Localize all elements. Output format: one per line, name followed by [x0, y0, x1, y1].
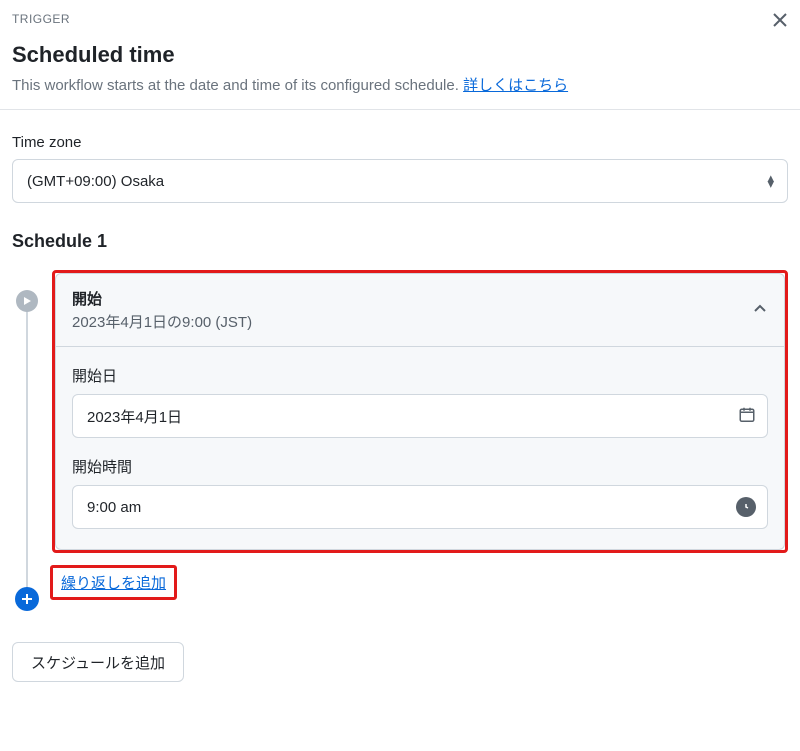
start-time-label: 開始時間	[72, 456, 768, 477]
highlight-box-schedule: 開始 2023年4月1日の9:00 (JST) 開始日	[52, 270, 788, 553]
timezone-value: (GMT+09:00) Osaka	[27, 173, 164, 190]
schedule-heading: Schedule 1	[12, 231, 788, 252]
start-time-value: 9:00 am	[87, 499, 141, 516]
divider	[0, 109, 800, 110]
start-date-input[interactable]: 2023年4月1日	[72, 394, 768, 438]
page-subtitle: This workflow starts at the date and tim…	[12, 74, 788, 95]
start-summary: 2023年4月1日の9:00 (JST)	[72, 311, 252, 332]
play-icon	[16, 290, 38, 312]
timezone-label: Time zone	[12, 134, 788, 151]
panel-eyebrow: TRIGGER	[12, 12, 70, 26]
subtitle-text: This workflow starts at the date and tim…	[12, 77, 463, 94]
schedule-card: 開始 2023年4月1日の9:00 (JST) 開始日	[55, 273, 785, 550]
chevron-up-icon	[752, 301, 768, 320]
start-time-input[interactable]: 9:00 am	[72, 485, 768, 529]
add-schedule-label: スケジュールを追加	[31, 652, 165, 673]
start-date-value: 2023年4月1日	[87, 406, 182, 427]
calendar-icon[interactable]	[738, 406, 756, 427]
start-date-label: 開始日	[72, 365, 768, 386]
schedule-card-header[interactable]: 開始 2023年4月1日の9:00 (JST)	[56, 274, 784, 346]
timezone-select[interactable]: (GMT+09:00) Osaka	[12, 159, 788, 203]
start-label: 開始	[72, 288, 252, 309]
highlight-box-repeat: 繰り返しを追加	[50, 565, 177, 600]
clock-icon[interactable]	[736, 497, 756, 517]
add-schedule-button[interactable]: スケジュールを追加	[12, 642, 184, 682]
plus-icon[interactable]	[15, 587, 39, 611]
learn-more-link[interactable]: 詳しくはこちら	[463, 77, 568, 94]
page-title: Scheduled time	[12, 42, 788, 68]
select-caret-icon: ▴▾	[767, 175, 774, 187]
add-repeat-link[interactable]: 繰り返しを追加	[61, 575, 166, 592]
timeline-line	[26, 294, 28, 610]
close-icon[interactable]	[772, 12, 788, 32]
